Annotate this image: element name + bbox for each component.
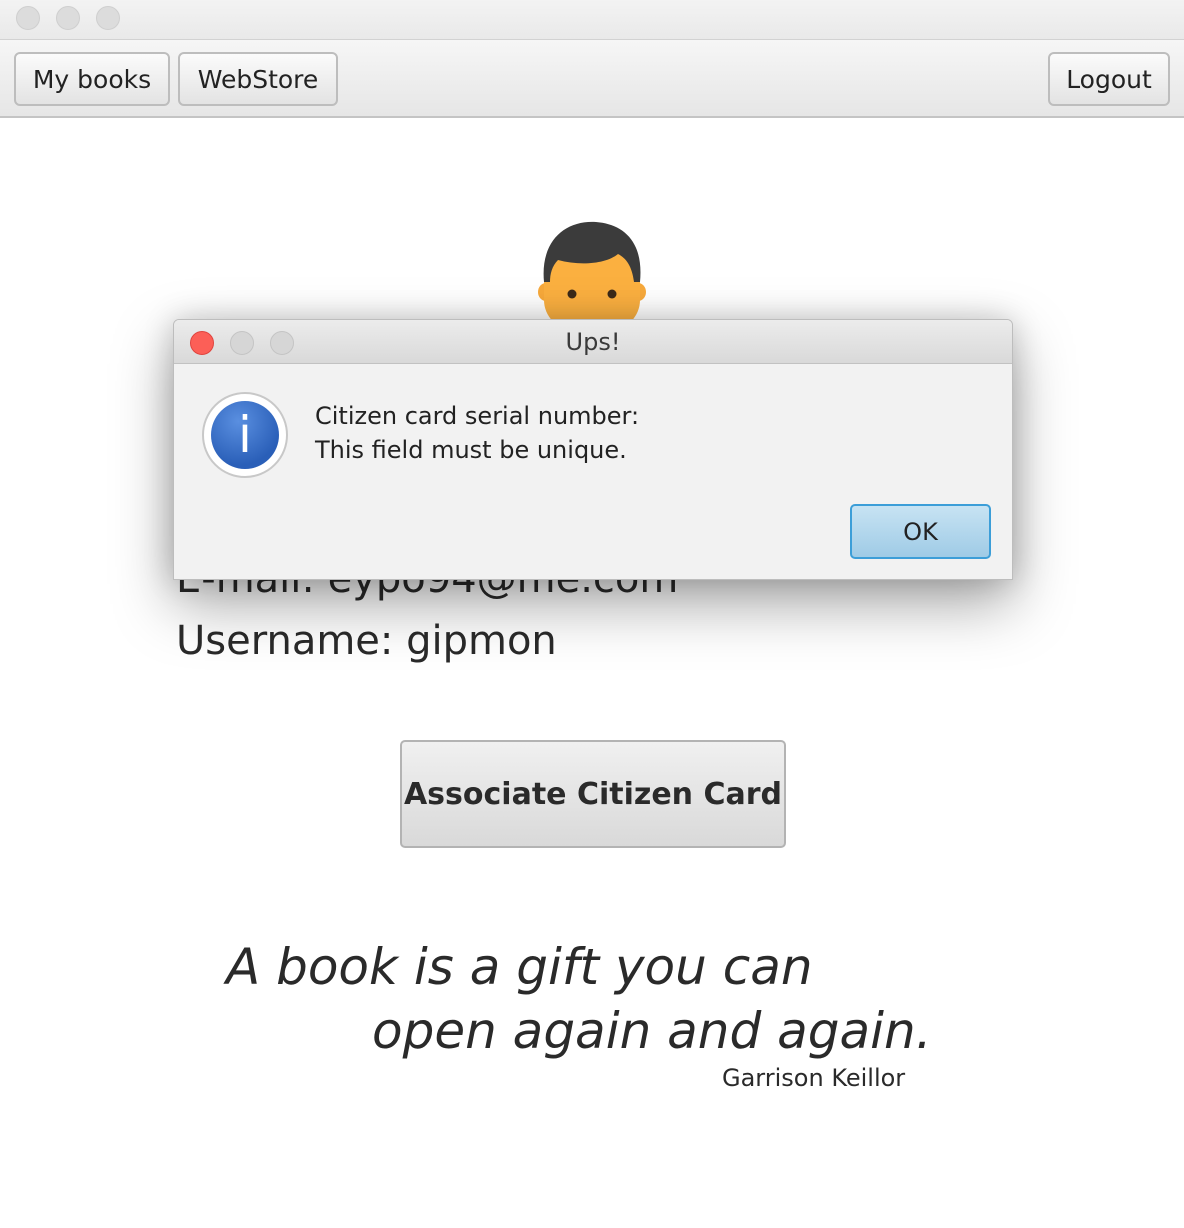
dialog-message-line-2: This field must be unique. [315, 436, 627, 464]
ok-button[interactable]: OK [850, 504, 991, 559]
username-label: Username: gipmon [176, 618, 557, 664]
associate-citizen-card-button[interactable]: Associate Citizen Card [400, 740, 786, 848]
quote-line-1: A book is a gift you can [226, 938, 813, 996]
dialog-message-line-1: Citizen card serial number: [315, 402, 640, 430]
window-titlebar [0, 0, 1184, 40]
info-icon: i [202, 392, 288, 478]
quote-author: Garrison Keillor [722, 1064, 906, 1092]
window-minimize-button[interactable] [56, 6, 80, 30]
dialog-title: Ups! [565, 328, 621, 356]
my-books-button[interactable]: My books [14, 52, 170, 106]
logout-button[interactable]: Logout [1048, 52, 1170, 106]
alert-dialog: Ups! i Citizen card serial number: This … [173, 319, 1013, 580]
webstore-button[interactable]: WebStore [178, 52, 338, 106]
user-avatar-icon [538, 221, 646, 328]
dialog-titlebar: Ups! [174, 320, 1012, 364]
window-close-button[interactable] [16, 6, 40, 30]
window-zoom-button[interactable] [96, 6, 120, 30]
quote-line-2: open again and again. [372, 1002, 932, 1060]
toolbar: My books WebStore Logout [0, 40, 1184, 118]
